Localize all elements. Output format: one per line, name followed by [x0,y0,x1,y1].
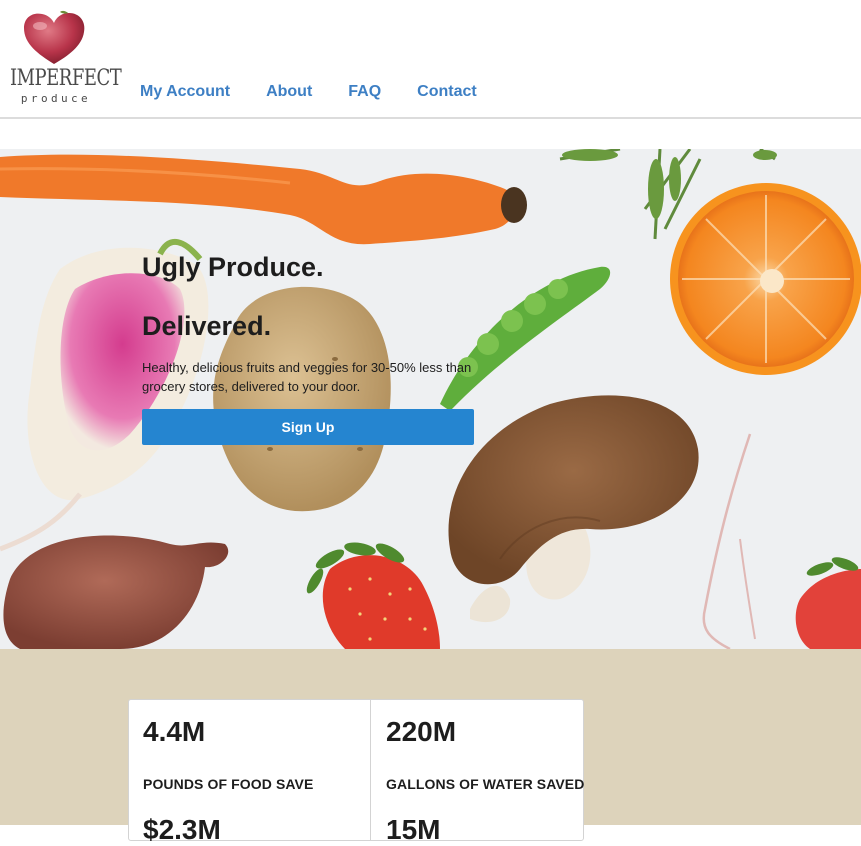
stat-money-value: $2.3M [143,814,221,845]
hero-banner: Ugly Produce. Delivered. Healthy, delici… [0,149,861,649]
stats-divider [370,700,371,840]
stats-card: 4.4M POUNDS OF FOOD SAVE 220M GALLONS OF… [128,699,585,845]
site-header: IMPERFECT produce My Account About FAQ C… [0,0,861,119]
impact-stats-section: 4.4M POUNDS OF FOOD SAVE 220M GALLONS OF… [0,649,861,845]
stat-water-label: GALLONS OF WATER SAVED [386,776,585,792]
main-nav: My Account About FAQ Contact [140,83,513,101]
hero-headline-line1: Ugly Produce. [142,252,324,282]
hero-text-block: Ugly Produce. Delivered. Healthy, delici… [142,250,482,396]
sign-up-button[interactable]: Sign Up [142,409,474,445]
logo-wordmark-top: IMPERFECT [10,65,122,92]
logo-wordmark-bottom: produce [20,92,92,105]
logo[interactable]: IMPERFECT produce [8,8,122,105]
stat-water-value: 220M [386,716,457,747]
nav-my-account[interactable]: My Account [140,83,230,101]
stat-food-label: POUNDS OF FOOD SAVE [143,776,314,792]
produce-hero-image [0,149,861,649]
nav-about[interactable]: About [266,83,312,101]
heart-logo-icon [24,10,85,64]
hero-headline-line2: Delivered. [142,311,272,341]
stat-food-value: 4.4M [143,716,206,747]
nav-contact[interactable]: Contact [417,83,477,101]
hero-subtitle: Healthy, delicious fruits and veggies fo… [142,360,472,394]
nav-faq[interactable]: FAQ [348,83,381,101]
stat-emissions-value: 15M [386,814,441,845]
